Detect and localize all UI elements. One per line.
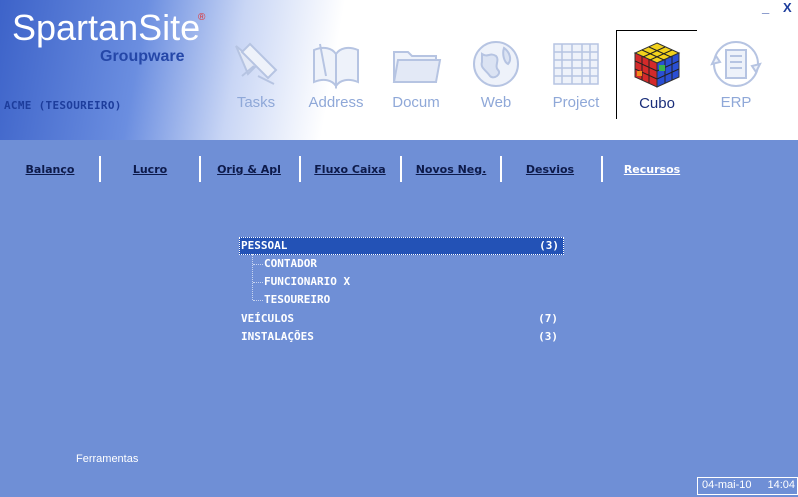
tree-node-count: (7) [538, 312, 558, 325]
module-web[interactable]: Web [456, 30, 536, 118]
tree-node-label: PESSOAL [241, 239, 288, 252]
logo-subtitle: Groupware [100, 48, 185, 65]
module-label: Project [552, 94, 600, 111]
calendar-grid-icon [553, 43, 599, 85]
current-user: ACME (TESOUREIRO) [4, 99, 122, 112]
logo-title: SpartanSite [12, 7, 201, 48]
folder-icon [392, 51, 442, 83]
erp-cycle-icon [710, 41, 762, 87]
status-time: 14:04 [767, 479, 795, 491]
module-erp[interactable]: ERP [696, 30, 776, 118]
module-label: Cubo [639, 95, 675, 112]
tree-node-veiculos[interactable]: VEÍCULOS (7) [241, 311, 562, 327]
close-button[interactable]: X [783, 0, 792, 15]
tasks-icon [235, 42, 278, 85]
module-label: Docum [392, 94, 440, 111]
module-cubo[interactable]: Cubo [616, 30, 697, 119]
tree-branch-line [253, 264, 263, 265]
tools-link[interactable]: Ferramentas [76, 453, 138, 465]
tree-branch-line [253, 282, 263, 283]
tree-node-label: VEÍCULOS [241, 312, 294, 325]
tab-balanco[interactable]: Balanço [0, 152, 100, 186]
module-label: Address [308, 94, 364, 111]
module-docum[interactable]: Docum [376, 30, 456, 118]
module-address[interactable]: Address [296, 30, 376, 118]
cube-tab-bar: Balanço Lucro Orig & Apl Fluxo Caixa Nov… [0, 152, 798, 186]
tree-leaf-contador[interactable]: CONTADOR [264, 256, 317, 272]
app-logo: SpartanSite ® Groupware [12, 7, 205, 66]
tab-lucro[interactable]: Lucro [100, 152, 200, 186]
tree-leaf-funcionario-x[interactable]: FUNCIONARIO X [264, 274, 350, 290]
tab-fluxo-caixa[interactable]: Fluxo Caixa [300, 152, 400, 186]
tab-novos-neg[interactable]: Novos Neg. [401, 152, 501, 186]
status-date: 04-mai-10 [702, 479, 752, 491]
tab-orig-apl[interactable]: Orig & Apl [199, 152, 299, 186]
module-project[interactable]: Project [536, 30, 616, 118]
module-label: Web [480, 94, 512, 111]
module-tasks[interactable]: Tasks [216, 30, 296, 118]
registered-mark: ® [198, 12, 206, 23]
tree-branch-line [252, 254, 253, 300]
address-book-icon [313, 43, 359, 90]
tree-node-count: (3) [539, 239, 559, 252]
tab-recursos[interactable]: Recursos [602, 152, 702, 186]
tree-node-label: INSTALAÇÕES [241, 330, 314, 343]
module-label: ERP [720, 94, 752, 111]
tree-node-pessoal[interactable]: PESSOAL (3) [239, 237, 564, 255]
tree-node-instalacoes[interactable]: INSTALAÇÕES (3) [241, 329, 562, 345]
module-label: Tasks [236, 94, 276, 111]
status-datetime: 04-mai-10 14:04 [697, 477, 798, 495]
globe-icon [473, 41, 519, 87]
rubik-cube-icon [633, 42, 681, 88]
minimize-button[interactable]: _ [762, 0, 769, 15]
tree-branch-line [253, 300, 263, 301]
app-header: SpartanSite ® Groupware ACME (TESOUREIRO… [0, 0, 798, 140]
tree-node-count: (3) [538, 330, 558, 343]
tab-desvios[interactable]: Desvios [500, 152, 600, 186]
tree-leaf-tesoureiro[interactable]: TESOUREIRO [264, 292, 330, 308]
